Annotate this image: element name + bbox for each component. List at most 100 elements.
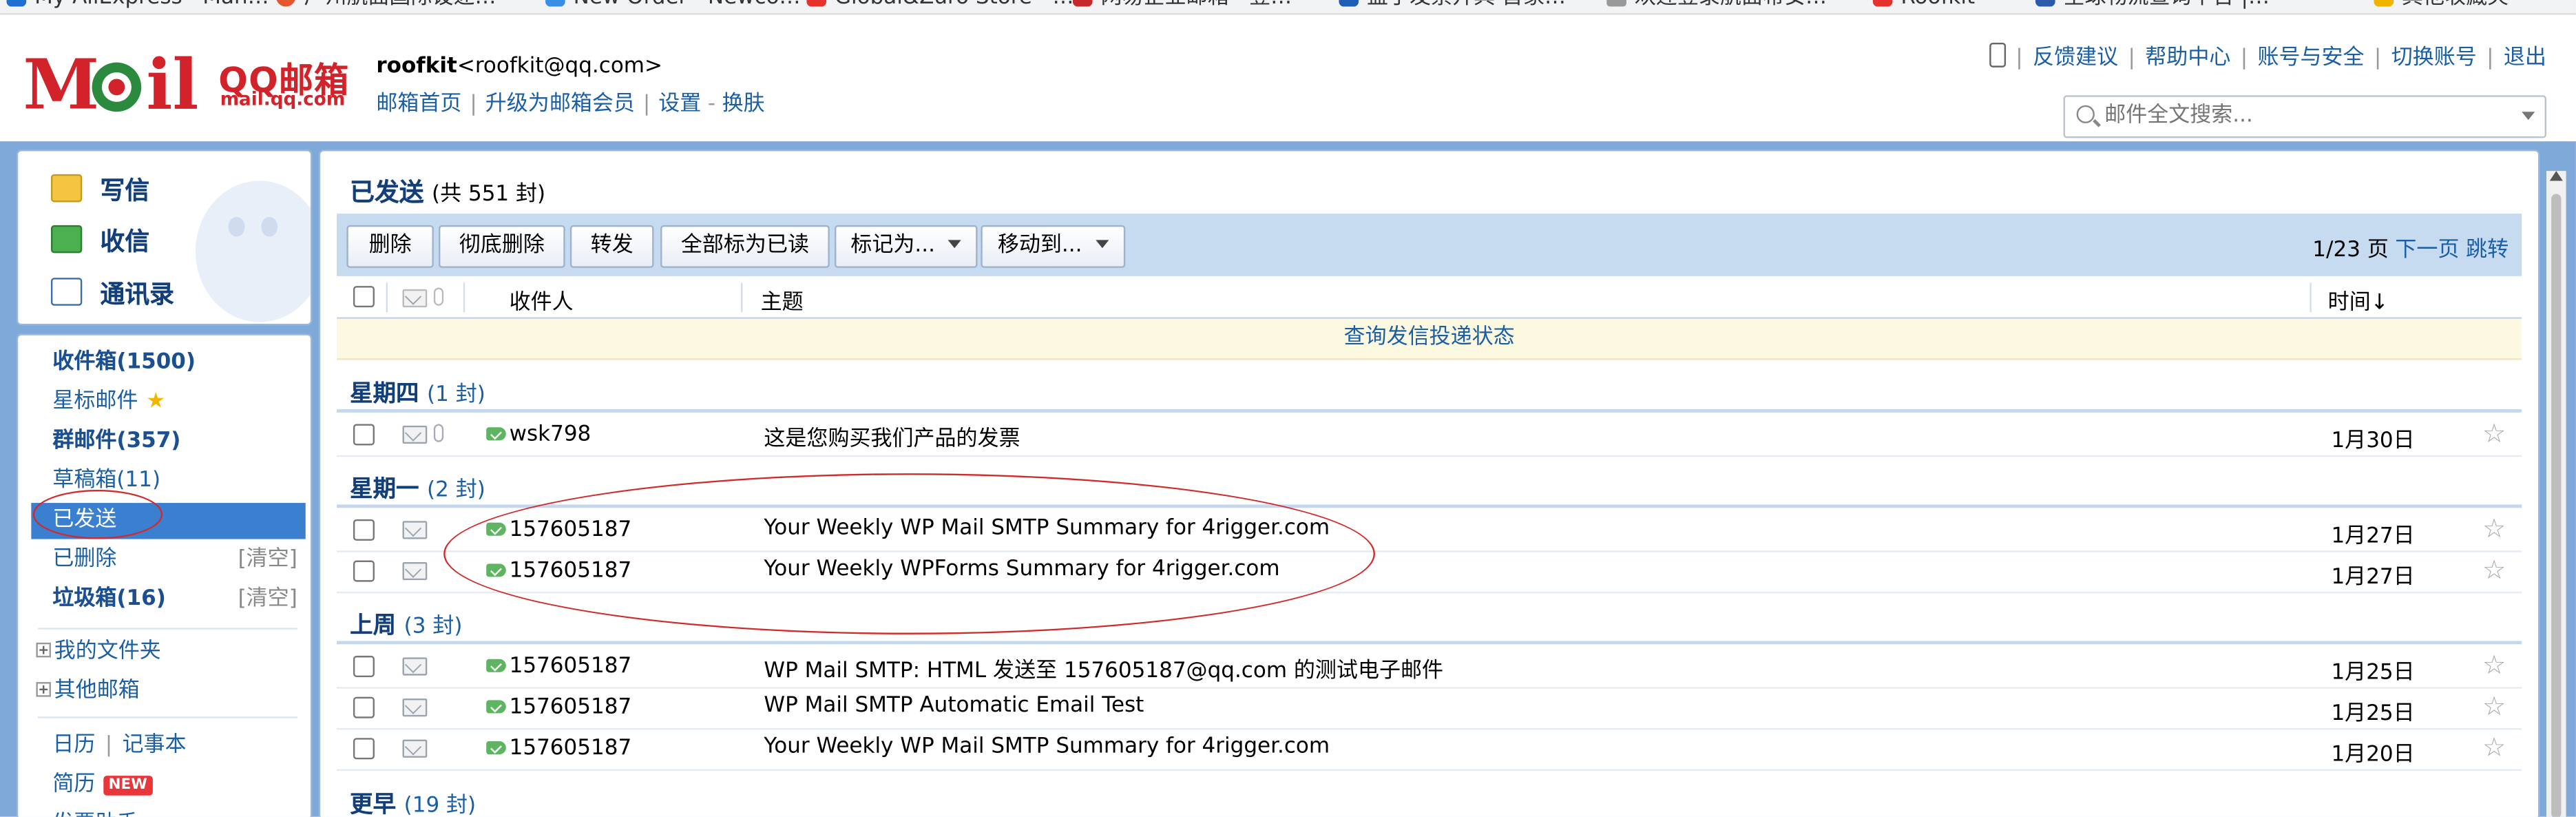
mail-subject[interactable]: Your Weekly WP Mail SMTP Summary for 4ri… (764, 734, 1330, 759)
bookmark[interactable]: 益于发票开具·首家… (1339, 0, 1566, 10)
delivery-status-link[interactable]: 查询发信投递状态 (337, 318, 2522, 360)
scrollbar-thumb[interactable] (2551, 194, 2562, 817)
expand-icon[interactable] (36, 642, 51, 658)
row-checkbox[interactable] (353, 519, 375, 541)
group-header-monday: 星期一 (2 封) (350, 476, 485, 504)
sidebar-item-spam[interactable]: 垃圾箱(16) [清空] (18, 582, 311, 618)
link-change-skin[interactable]: 换肤 (722, 92, 765, 117)
link-help[interactable]: 帮助中心 (2145, 46, 2230, 71)
sidebar-item-my-folders[interactable]: 我的文件夹 (18, 634, 311, 670)
bookmark[interactable]: 全球物流查询平台 |… (2035, 0, 2270, 10)
forward-button[interactable]: 转发 (569, 225, 654, 268)
empty-deleted-link[interactable]: [清空] (238, 542, 297, 578)
mail-subject[interactable]: Your Weekly WP Mail SMTP Summary for 4ri… (764, 516, 1330, 541)
page-scrollbar[interactable] (2546, 171, 2566, 817)
contacts-button[interactable]: 通讯录 (50, 276, 174, 311)
star-outline-icon[interactable]: ☆ (2482, 732, 2506, 763)
bookmark[interactable]: 网易企业邮箱 · 登… (1072, 0, 1292, 10)
group-count-link[interactable]: (19 封) (404, 794, 477, 816)
chevron-down-icon (948, 240, 962, 249)
star-icon: ★ (146, 389, 166, 415)
chevron-down-icon[interactable] (2522, 112, 2535, 121)
sidebar-item-calendar[interactable]: 日历 (52, 733, 95, 758)
group-count-link[interactable]: (1 封) (427, 383, 485, 408)
mail-row[interactable]: 157605187 WP Mail SMTP: HTML 发送至 1576051… (337, 646, 2522, 689)
mark-as-dropdown[interactable]: 标记为... (834, 225, 978, 268)
link-mail-home[interactable]: 邮箱首页 (376, 92, 461, 117)
sidebar-item-sent[interactable]: 已发送 (31, 503, 306, 539)
row-checkbox[interactable] (353, 738, 375, 760)
bookmark[interactable]: New Order · Newco… (545, 0, 801, 10)
sent-tag-icon (486, 700, 506, 714)
sidebar-item-resume[interactable]: 简历 NEW (18, 767, 311, 803)
link-switch-account[interactable]: 切换账号 (2391, 46, 2477, 71)
empty-spam-link[interactable]: [清空] (238, 582, 297, 618)
compose-button[interactable]: 写信 (50, 173, 149, 207)
sidebar-item-notes[interactable]: 记事本 (123, 733, 187, 758)
receive-button[interactable]: 收信 (50, 223, 149, 258)
svg-text:il: il (146, 43, 198, 125)
expand-icon[interactable] (36, 682, 51, 697)
star-outline-icon[interactable]: ☆ (2482, 554, 2506, 585)
new-badge: NEW (103, 776, 152, 796)
phone-icon[interactable] (1989, 43, 2006, 68)
star-outline-icon[interactable]: ☆ (2482, 690, 2506, 721)
bookmark[interactable]: Global&Zuro Store · … (806, 0, 1074, 10)
bookmark[interactable]: Roofkit (1872, 0, 1975, 10)
next-page-link[interactable]: 下一页 (2395, 238, 2459, 263)
star-outline-icon[interactable]: ☆ (2482, 649, 2506, 680)
mail-subject[interactable]: 这是您购买我们产品的发票 (764, 421, 1020, 452)
row-checkbox[interactable] (353, 655, 375, 677)
scroll-up-icon[interactable] (2549, 171, 2563, 181)
link-logout[interactable]: 退出 (2504, 46, 2546, 71)
link-settings[interactable]: 设置 (658, 92, 701, 117)
mark-all-read-button[interactable]: 全部标为已读 (660, 225, 830, 268)
column-time-sort[interactable]: 时间↓ (2328, 285, 2389, 316)
mail-recipient: 157605187 (509, 517, 632, 543)
sidebar-item-deleted[interactable]: 已删除 [清空] (18, 542, 311, 578)
mail-recipient: wsk798 (509, 422, 591, 447)
bookmark[interactable]: 其他收藏夹 (2374, 0, 2509, 10)
star-outline-icon[interactable]: ☆ (2482, 417, 2506, 448)
mail-toolbar: 删除 彻底删除 转发 全部标为已读 标记为... 移动到... 1/23 页下一… (337, 214, 2522, 276)
column-subject[interactable]: 主题 (761, 285, 804, 316)
group-count-link[interactable]: (3 封) (404, 614, 463, 639)
permanent-delete-button[interactable]: 彻底删除 (439, 225, 565, 268)
mail-search-box[interactable] (2063, 95, 2546, 138)
row-checkbox[interactable] (353, 560, 375, 582)
select-all-checkbox[interactable] (353, 286, 375, 308)
mail-subject[interactable]: WP Mail SMTP: HTML 发送至 157605187@qq.com … (764, 652, 1443, 684)
mail-subject[interactable]: WP Mail SMTP Automatic Email Test (764, 694, 1144, 718)
bookmarks-bar: My AliExpress · Man… 广州航面国际设递… New Order… (0, 0, 2576, 15)
sidebar-item-group-mail[interactable]: 群邮件(357) (18, 424, 311, 460)
svg-text:M: M (23, 43, 99, 125)
search-input[interactable] (2104, 100, 2515, 130)
link-feedback[interactable]: 反馈建议 (2033, 46, 2118, 71)
row-checkbox[interactable] (353, 424, 375, 446)
link-upgrade-vip[interactable]: 升级为邮箱会员 (485, 92, 635, 117)
mail-subject[interactable]: Your Weekly WPForms Summary for 4rigger.… (764, 557, 1279, 582)
mail-row[interactable]: 157605187 WP Mail SMTP Automatic Email T… (337, 687, 2522, 730)
mail-row[interactable]: 157605187 Your Weekly WP Mail SMTP Summa… (337, 510, 2522, 552)
sidebar-item-starred[interactable]: 星标邮件 ★ (18, 384, 311, 420)
bookmark[interactable]: 欢迎登录航面希安… (1606, 0, 1827, 10)
envelope-icon (402, 425, 428, 444)
link-account-security[interactable]: 账号与安全 (2257, 46, 2364, 71)
sidebar-item-other-mailboxes[interactable]: 其他邮箱 (18, 674, 311, 710)
read-status-icon (402, 289, 428, 308)
row-checkbox[interactable] (353, 696, 375, 718)
group-count-link[interactable]: (2 封) (427, 478, 485, 503)
move-to-dropdown[interactable]: 移动到... (981, 225, 1126, 268)
bookmark[interactable]: 广州航面国际设递… (275, 0, 496, 10)
sidebar-item-drafts[interactable]: 草稿箱(11) (18, 464, 311, 499)
star-outline-icon[interactable]: ☆ (2482, 513, 2506, 544)
mail-row[interactable]: 157605187 Your Weekly WPForms Summary fo… (337, 550, 2522, 594)
mail-row[interactable]: 157605187 Your Weekly WP Mail SMTP Summa… (337, 728, 2522, 771)
column-recipient[interactable]: 收件人 (510, 285, 574, 316)
sidebar-item-invoice[interactable]: 发票助手 (18, 807, 311, 817)
mail-row[interactable]: wsk798 这是您购买我们产品的发票 1月30日 ☆ (337, 414, 2522, 457)
sidebar-item-inbox[interactable]: 收件箱(1500) (18, 345, 311, 381)
delete-button[interactable]: 删除 (346, 225, 434, 268)
bookmark[interactable]: My AliExpress · Man… (6, 0, 269, 10)
jump-page-link[interactable]: 跳转 (2466, 238, 2509, 263)
